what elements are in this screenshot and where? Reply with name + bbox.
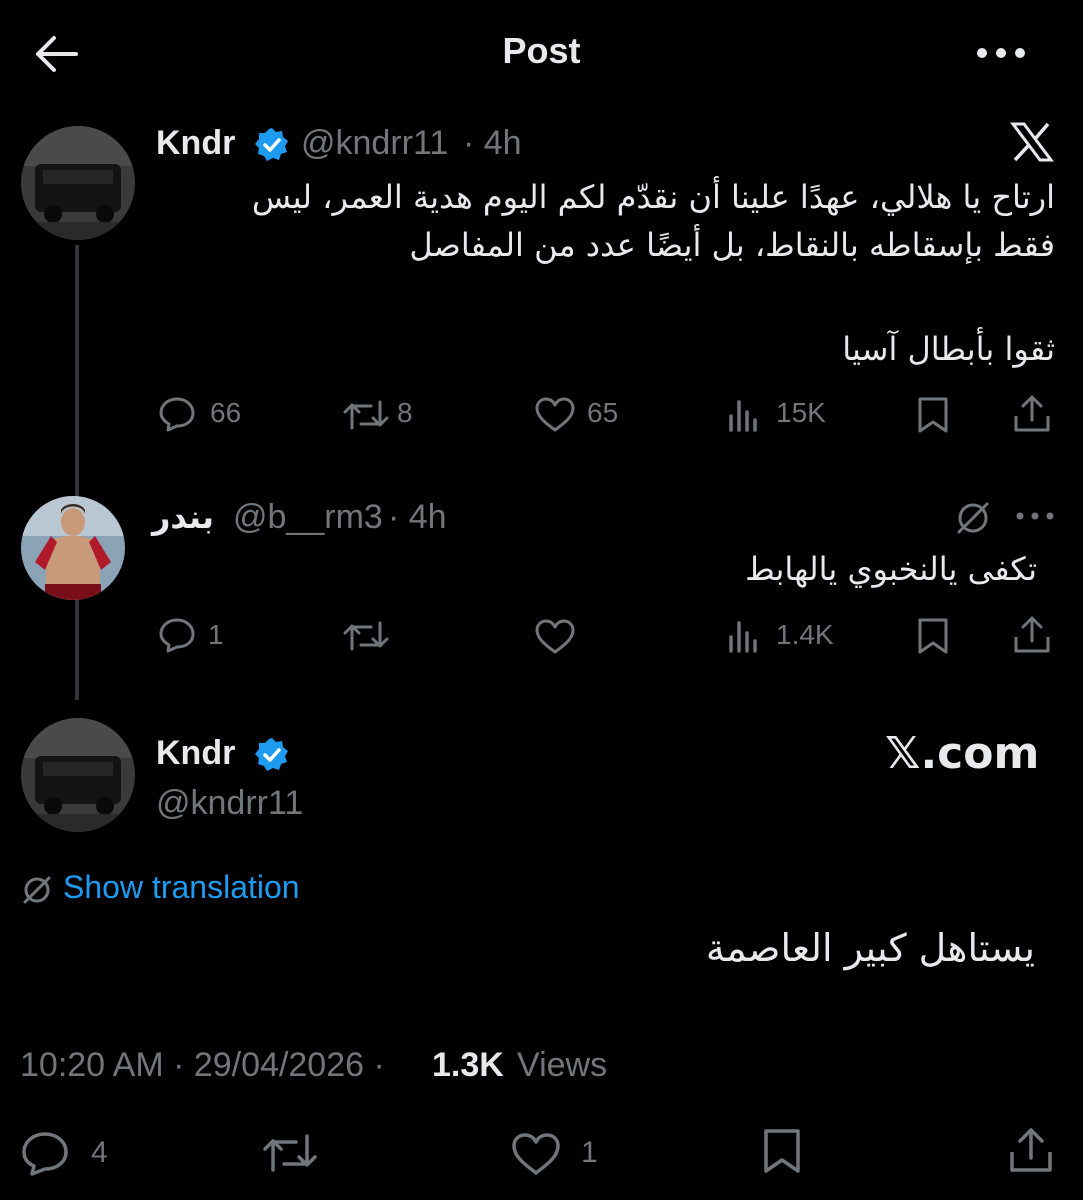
reply-icon[interactable] <box>158 617 196 653</box>
reply-count: 66 <box>210 397 242 428</box>
post-text-line: فقط بإسقاطه بالنقاط، بل أيضًا عدد من الم… <box>409 226 1055 264</box>
repost-count: 8 <box>397 397 413 428</box>
views-icon[interactable] <box>727 398 761 432</box>
repost-icon[interactable] <box>262 1132 318 1174</box>
translate-icon[interactable] <box>953 498 993 538</box>
post-text: تكفى يالنخبوي يالهابط <box>745 550 1037 588</box>
bookmark-icon[interactable] <box>761 1128 803 1174</box>
avatar[interactable] <box>21 496 125 600</box>
post-text-line: ثقوا بأبطال آسيا <box>842 330 1055 368</box>
post-time: · 4h <box>463 124 522 162</box>
reply-count: 4 <box>91 1136 108 1169</box>
avatar[interactable] <box>21 718 135 832</box>
views-count: 1.4K <box>776 619 834 650</box>
like-icon[interactable] <box>534 619 576 655</box>
share-icon[interactable] <box>1013 615 1051 655</box>
reply-icon[interactable] <box>20 1130 70 1176</box>
author-name[interactable]: Kndr <box>156 124 235 163</box>
verified-badge-icon <box>254 127 290 163</box>
avatar[interactable] <box>21 126 135 240</box>
post-text-line: ارتاح يا هلالي، عهدًا علينا أن نقدّم لكم… <box>251 178 1055 216</box>
post-text: يستاهل كبير العاصمة <box>705 926 1035 970</box>
like-icon[interactable] <box>511 1132 561 1176</box>
like-count: 1 <box>581 1136 598 1169</box>
share-icon[interactable] <box>1008 1126 1054 1174</box>
translate-icon[interactable] <box>20 873 54 907</box>
post-timestamp: 10:20 AM · 29/04/2026 · <box>20 1046 385 1084</box>
thread-line <box>75 245 79 700</box>
author-name[interactable]: Kndr <box>156 734 235 773</box>
like-count: 65 <box>587 397 619 428</box>
author-handle[interactable]: @kndrr11 <box>156 784 303 823</box>
x-brand-label: 𝕏.com <box>885 728 1040 779</box>
views-count: 1.3K <box>432 1046 504 1084</box>
repost-icon[interactable] <box>343 619 389 653</box>
author-handle[interactable]: @b__rm3 <box>233 498 383 537</box>
show-translation-link[interactable]: Show translation <box>63 869 300 906</box>
bookmark-icon[interactable] <box>916 396 950 434</box>
views-icon[interactable] <box>727 619 761 653</box>
views-label: Views <box>517 1046 608 1084</box>
views-count: 15K <box>776 397 826 428</box>
reply-count: 1 <box>208 619 224 650</box>
more-options-icon[interactable] <box>976 47 1026 59</box>
verified-badge-icon <box>254 737 290 773</box>
share-icon[interactable] <box>1013 394 1051 434</box>
post-time: · 4h <box>388 498 447 536</box>
like-icon[interactable] <box>534 397 576 433</box>
repost-icon[interactable] <box>343 398 389 432</box>
page-title: Post <box>502 30 581 71</box>
more-options-icon[interactable] <box>1016 511 1054 521</box>
author-handle[interactable]: @kndrr11 <box>301 124 448 163</box>
author-name[interactable]: بندر <box>152 498 214 536</box>
bookmark-icon[interactable] <box>916 617 950 655</box>
x-logo-icon <box>1010 122 1054 162</box>
reply-icon[interactable] <box>158 396 196 432</box>
